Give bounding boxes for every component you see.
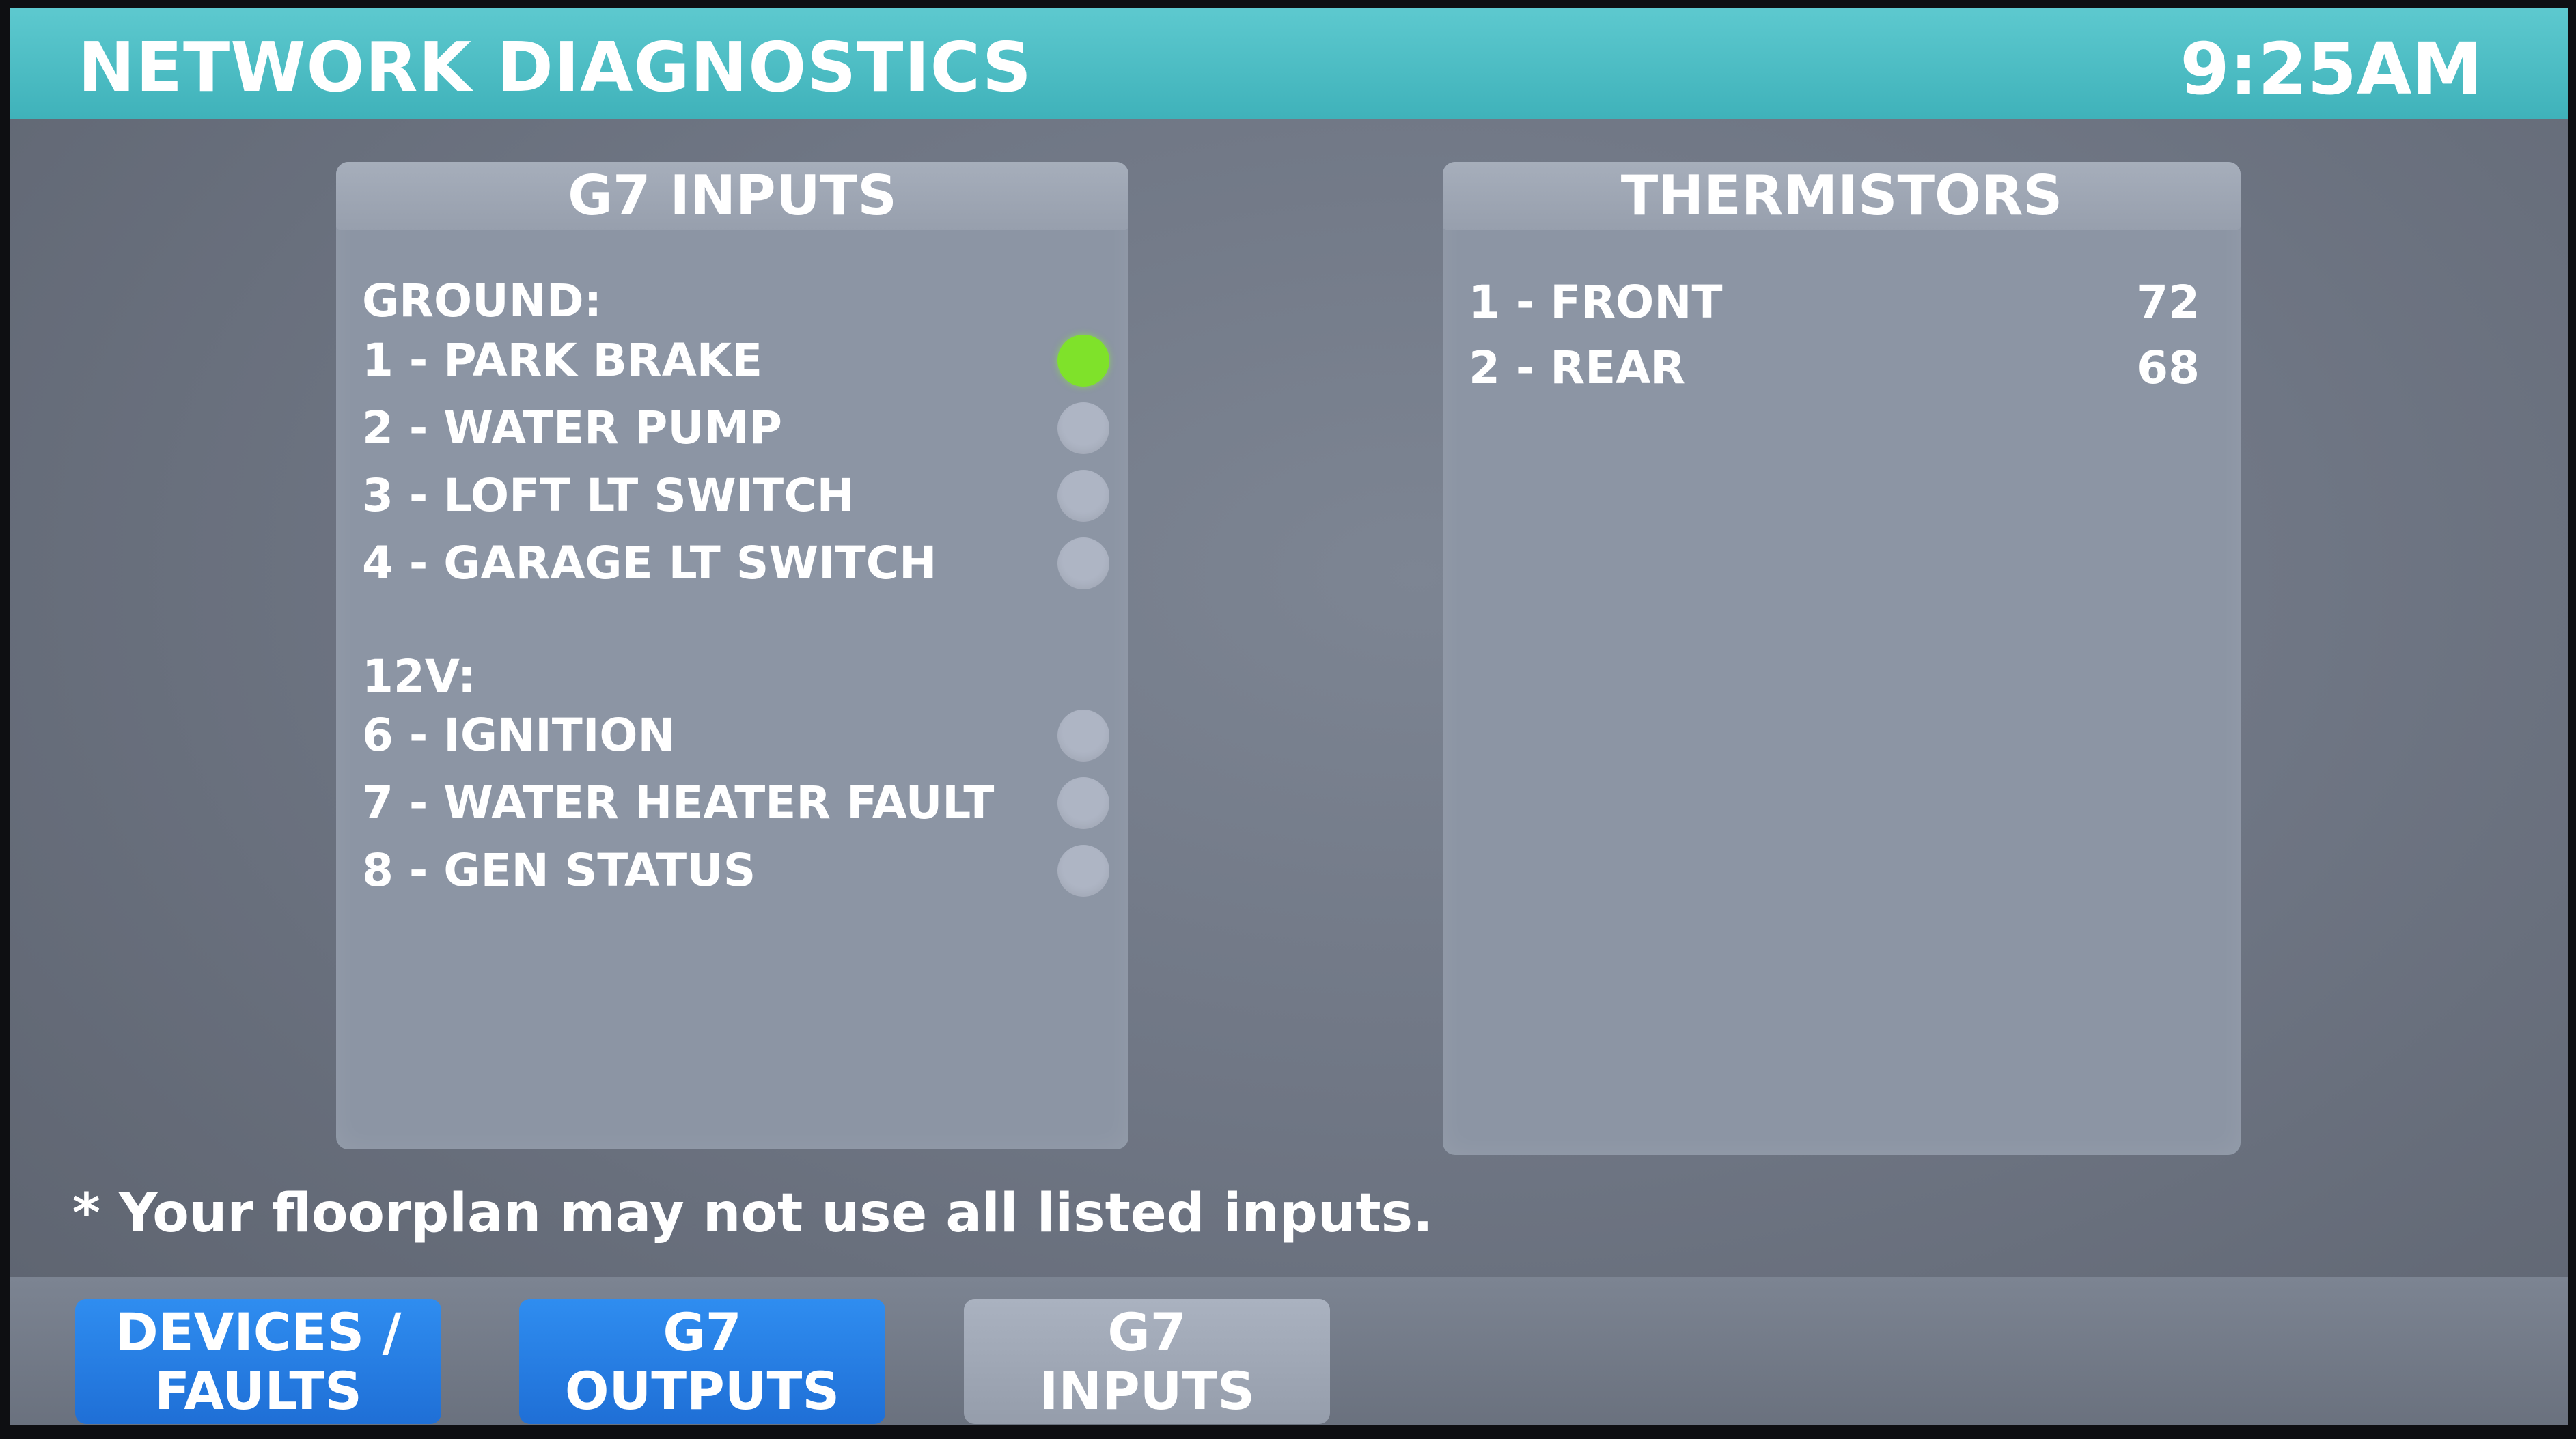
tab-g7-inputs[interactable]: G7 INPUTS [964,1299,1330,1424]
input-row-park-brake: 1 - PARK BRAKE [362,330,1109,391]
status-indicator-ignition [1057,710,1109,762]
tab-label-line2: OUTPUTS [564,1360,840,1421]
input-label: 8 - GEN STATUS [362,844,756,897]
thermistor-label: 1 - FRONT [1469,276,1723,329]
thermistor-label: 2 - REAR [1469,341,1686,394]
tab-label-line1: G7 [663,1301,742,1363]
g7-inputs-panel-title: G7 INPUTS [336,162,1128,230]
input-label: 7 - WATER HEATER FAULT [362,777,995,829]
thermistor-row-front: 1 - FRONT 72 [1469,272,2206,333]
title-bar: NETWORK DIAGNOSTICS 9:25AM [10,8,2568,119]
tab-g7-outputs[interactable]: G7 OUTPUTS [519,1299,885,1424]
clock: 9:25AM [2180,27,2482,111]
status-indicator-water-heater-fault [1057,777,1109,829]
input-row-gen-status: 8 - GEN STATUS [362,840,1109,902]
page-title: NETWORK DIAGNOSTICS [78,27,1032,107]
bottom-tab-bar: DEVICES / FAULTS G7 OUTPUTS G7 INPUTS [10,1277,2568,1425]
input-row-garage-lt-switch: 4 - GARAGE LT SWITCH [362,533,1109,594]
input-row-water-pump: 2 - WATER PUMP [362,397,1109,459]
screen: NETWORK DIAGNOSTICS 9:25AM G7 INPUTS GRO… [10,8,2568,1425]
status-indicator-gen-status [1057,845,1109,897]
tab-label-line1: DEVICES / [115,1301,402,1363]
input-label: 6 - IGNITION [362,709,676,762]
input-row-loft-lt-switch: 3 - LOFT LT SWITCH [362,465,1109,527]
status-indicator-loft-lt-switch [1057,470,1109,522]
g7-inputs-panel: G7 INPUTS GROUND: 1 - PARK BRAKE 2 - WAT… [336,162,1128,1149]
input-row-water-heater-fault: 7 - WATER HEATER FAULT [362,772,1109,834]
status-indicator-park-brake [1057,335,1109,387]
tab-devices-faults[interactable]: DEVICES / FAULTS [75,1299,441,1424]
thermistor-row-rear: 2 - REAR 68 [1469,337,2206,399]
thermistor-value: 68 [2137,341,2200,394]
input-row-ignition: 6 - IGNITION [362,705,1109,766]
input-label: 2 - WATER PUMP [362,402,782,454]
input-label: 3 - LOFT LT SWITCH [362,469,855,522]
status-indicator-water-pump [1057,402,1109,454]
tab-label-line2: FAULTS [154,1360,362,1421]
input-label: 4 - GARAGE LT SWITCH [362,537,937,589]
thermistors-panel: THERMISTORS 1 - FRONT 72 2 - REAR 68 [1443,162,2241,1155]
input-label: 1 - PARK BRAKE [362,334,763,387]
thermistor-value: 72 [2137,276,2200,329]
tab-label-line1: G7 [1107,1301,1187,1363]
status-indicator-garage-lt-switch [1057,537,1109,589]
tab-label-line2: INPUTS [1039,1360,1255,1421]
ground-section-label: GROUND: [362,275,603,327]
thermistors-panel-title: THERMISTORS [1443,162,2241,230]
12v-section-label: 12V: [362,650,476,703]
footnote: * Your floorplan may not use all listed … [72,1183,1433,1244]
